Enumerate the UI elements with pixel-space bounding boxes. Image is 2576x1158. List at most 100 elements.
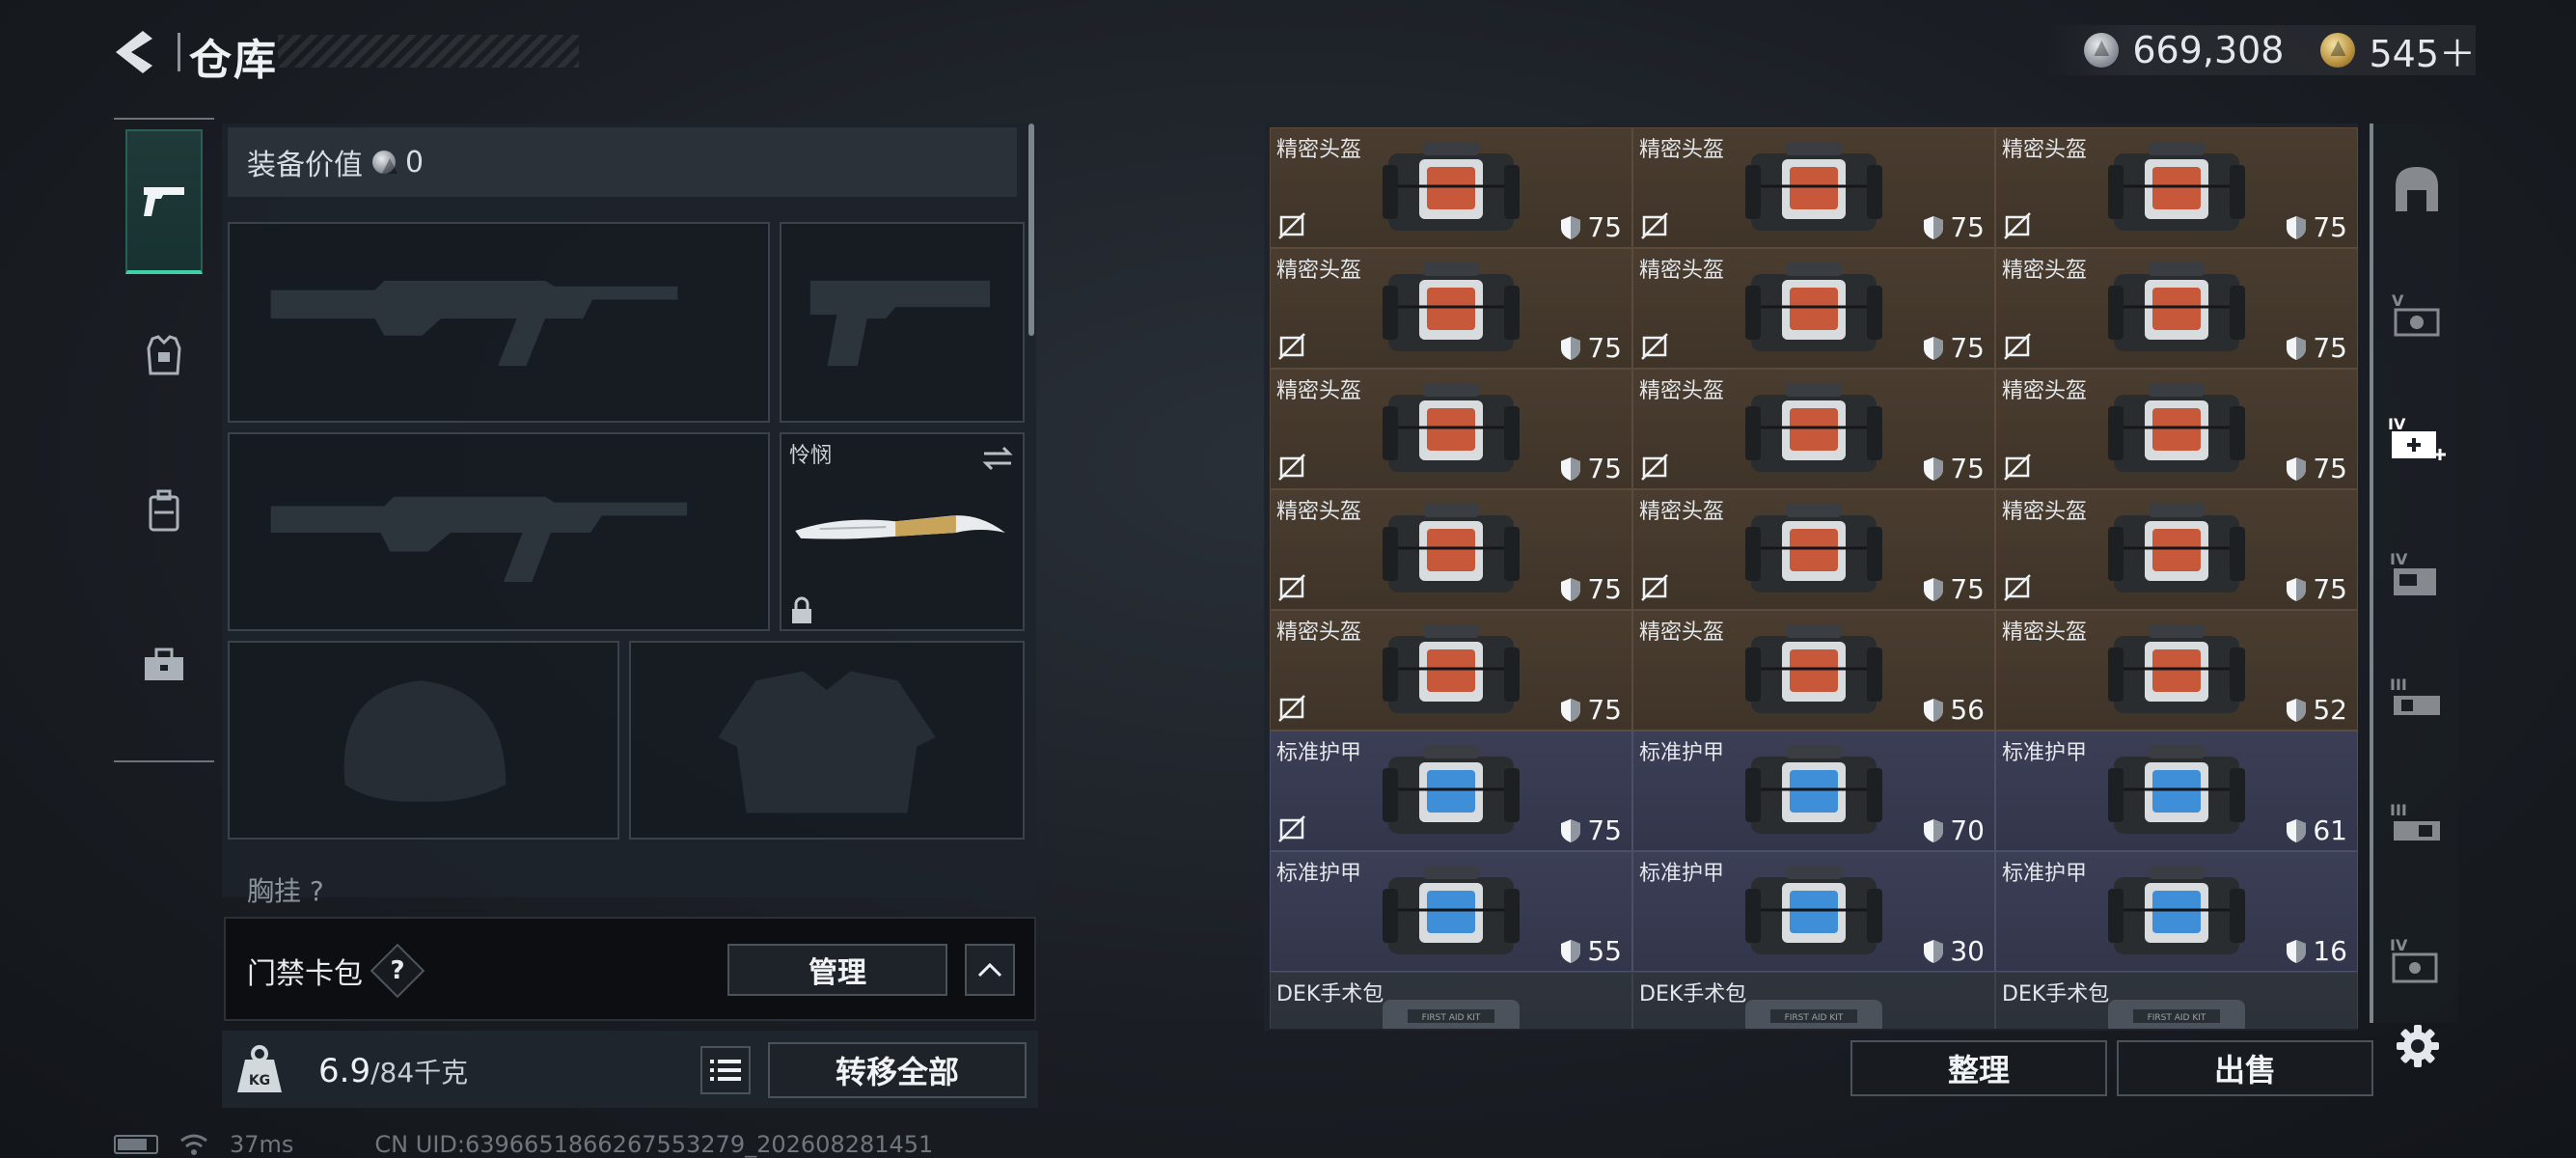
helmet-bag-icon [1745,142,1882,231]
storage-item-helmet[interactable]: 精密头盔 75 [1632,127,1995,248]
helmet-filter-tab[interactable] [2383,154,2451,222]
durability-readout: 75 [1923,453,1985,484]
storage-item-helmet[interactable]: 精密头盔 75 [1995,248,2358,369]
filter-tab-iv-plus[interactable]: IV [2383,405,2451,473]
collapse-button[interactable] [965,944,1015,996]
storage-item-armor[interactable]: 标准护甲 55 [1270,851,1632,972]
filter-tab-iii[interactable]: III [2383,666,2451,733]
durability-value: 75 [2313,211,2347,243]
storage-item-medkit[interactable]: DEK手术包 FIRST AID KIT [1270,972,1632,1029]
category-tab-backpack[interactable] [125,438,203,583]
storage-item-helmet[interactable]: 精密头盔 75 [1632,489,1995,610]
storage-item-helmet[interactable]: 精密头盔 75 [1270,127,1632,248]
armor-bag-icon [1745,745,1882,834]
item-name: 精密头盔 [2002,259,2088,283]
category-tab-toolbox[interactable] [125,593,203,737]
storage-item-armor[interactable]: 标准护甲 70 [1632,731,1995,851]
storage-item-helmet[interactable]: 精密头盔 75 [1632,369,1995,489]
category-tab-armor[interactable] [125,284,203,428]
sell-button[interactable]: 出售 [2117,1040,2373,1096]
storage-item-helmet[interactable]: 精密头盔 56 [1632,610,1995,731]
helmet-filter-icon [2396,167,2438,211]
back-arrow-icon [116,31,152,73]
list-view-button[interactable] [700,1046,751,1094]
secondary-weapon-slot[interactable] [228,432,770,631]
body-armor-slot[interactable] [629,641,1025,840]
category-rail [114,118,214,762]
storage-item-helmet[interactable]: 精密头盔 75 [1270,489,1632,610]
primary-weapon-slot[interactable] [228,222,770,423]
svg-text:V: V [2392,291,2404,310]
help-icon: ? [390,956,405,985]
storage-item-armor[interactable]: 标准护甲 75 [1270,731,1632,851]
storage-grid: 精密头盔 75 精密头盔 75 精密头盔 75 精密头盔 75 精密头盔 75 精密头盔 75 精密头盔… [1270,127,2358,1029]
category-tab-weapons[interactable] [125,129,203,274]
surgery-kit-icon: FIRST AID KIT [1383,1000,1520,1029]
durability-readout: 55 [1560,935,1622,967]
armor-tier-iii-icon: III [2390,676,2440,715]
storage-item-armor[interactable]: 标准护甲 16 [1995,851,2358,972]
gold-currency-value[interactable]: 545＋ [2369,24,2476,77]
filter-tab-iii-alt[interactable]: III [2383,791,2451,859]
manage-button[interactable]: 管理 [727,944,947,996]
storage-item-helmet[interactable]: 精密头盔 52 [1995,610,2358,731]
durability-readout: 61 [2286,814,2347,846]
item-name: DEK手术包 [1276,982,1384,1006]
no-trade-icon [2004,454,2031,481]
durability-value: 75 [2313,332,2347,364]
no-trade-icon [1641,574,1668,601]
shield-icon [1924,456,1944,481]
durability-value: 75 [1587,573,1622,605]
helmet-slot[interactable] [228,641,619,840]
svg-text:KG: KG [249,1073,270,1089]
storage-item-helmet[interactable]: 精密头盔 75 [1995,127,2358,248]
no-trade-icon [1278,454,1305,481]
storage-item-armor[interactable]: 标准护甲 30 [1632,851,1995,972]
storage-item-helmet[interactable]: 精密头盔 75 [1995,489,2358,610]
storage-item-medkit[interactable]: DEK手术包 FIRST AID KIT [1632,972,1995,1029]
durability-readout: 16 [2286,935,2347,967]
shield-icon [2287,577,2307,601]
shield-icon [1561,698,1581,722]
settings-button[interactable] [2391,1019,2445,1073]
svg-text:FIRST AID KIT: FIRST AID KIT [1422,1013,1481,1023]
filter-tab-iv[interactable]: IV [2383,540,2451,608]
storage-item-helmet[interactable]: 精密头盔 75 [1632,248,1995,369]
item-name: 精密头盔 [2002,500,2088,524]
filter-tab-iv-alt[interactable]: IV [2383,926,2451,994]
surgery-kit-icon: FIRST AID KIT [2108,1000,2245,1029]
no-trade-icon [1641,212,1668,239]
durability-value: 75 [1587,453,1622,484]
sidearm-slot[interactable] [780,222,1025,423]
durability-value: 30 [1950,935,1985,967]
shield-icon [1924,818,1944,842]
weight-readout: 6.9/84千克 [318,1052,468,1090]
helmet-bag-icon [2108,142,2245,231]
no-trade-icon [1278,815,1305,842]
equipment-value-header: 装备价值 0 [228,127,1017,197]
item-name: 标准护甲 [1639,862,1725,886]
shield-icon [1561,336,1581,360]
back-button[interactable] [108,23,162,81]
filter-tab-v[interactable]: V [2383,280,2451,347]
item-name: 精密头盔 [1276,500,1362,524]
durability-readout: 75 [1560,573,1622,605]
storage-item-helmet[interactable]: 精密头盔 75 [1270,248,1632,369]
swap-icon[interactable] [980,444,1015,473]
transfer-all-button[interactable]: 转移全部 [768,1042,1027,1098]
sort-button[interactable]: 整理 [1850,1040,2107,1096]
weight-capacity: /84千克 [370,1057,469,1089]
storage-item-helmet[interactable]: 精密头盔 75 [1995,369,2358,489]
storage-item-medkit[interactable]: DEK手术包 FIRST AID KIT [1995,972,2358,1029]
shield-icon [2287,698,2307,722]
durability-readout: 75 [1923,332,1985,364]
ping-value: 37ms [230,1131,294,1158]
equipment-scrollbar[interactable] [1028,124,1034,336]
svg-text:IV: IV [2390,550,2408,568]
storage-item-helmet[interactable]: 精密头盔 75 [1270,610,1632,731]
no-trade-icon [1278,695,1305,722]
storage-item-helmet[interactable]: 精密头盔 75 [1270,369,1632,489]
storage-item-armor[interactable]: 标准护甲 61 [1995,731,2358,851]
helmet-bag-icon [1745,262,1882,351]
melee-slot[interactable]: 怜悯 [780,432,1025,631]
